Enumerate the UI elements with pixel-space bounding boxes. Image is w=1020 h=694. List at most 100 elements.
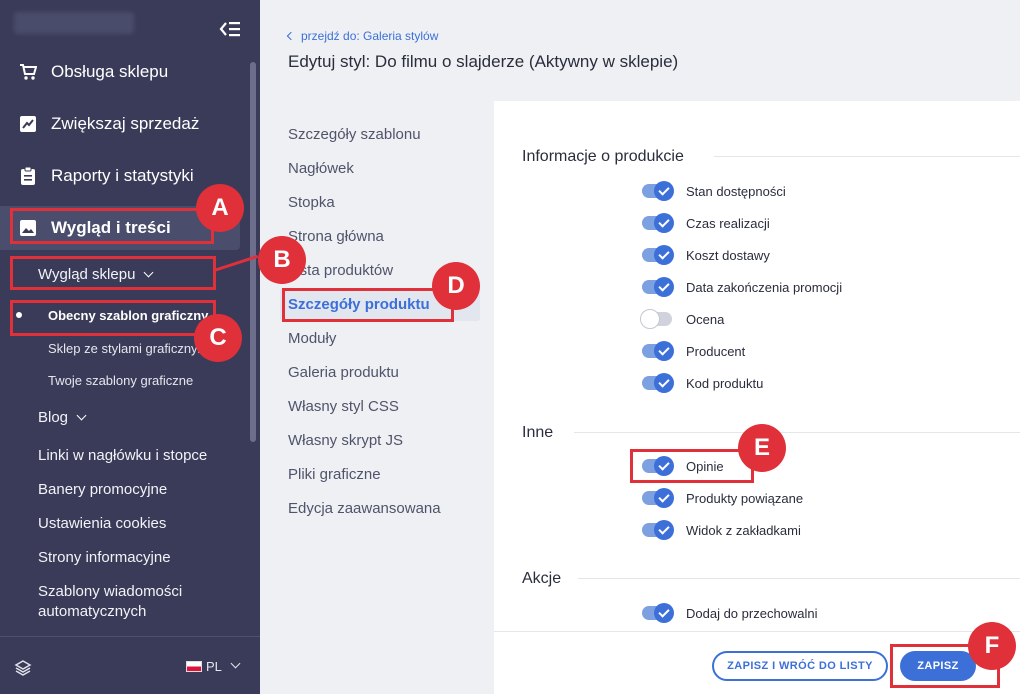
tab-advanced-edit[interactable]: Edycja zaawansowana (288, 500, 441, 517)
option-label: Stan dostępności (686, 183, 786, 199)
toggle-switch[interactable] (642, 213, 674, 233)
highlight-c (10, 300, 216, 336)
sidebar-item-your-templates[interactable]: Twoje szablony graficzne (48, 373, 193, 388)
back-to-gallery-link[interactable]: przejdź do: Galeria stylów (286, 29, 439, 43)
toggle-switch[interactable] (642, 277, 674, 297)
sidebar-item-blog[interactable]: Blog (38, 409, 87, 426)
menu-item-shop-service[interactable]: Obsługa sklepu (0, 50, 240, 94)
check-icon (654, 488, 674, 508)
sidebar-footer: PL (0, 636, 260, 694)
page-title: Edytuj styl: Do filmu o slajderze (Aktyw… (288, 52, 679, 71)
section-divider (714, 156, 1020, 157)
highlight-d (282, 288, 454, 322)
settings-panel: Informacje o produkcie Stan dostępności … (494, 101, 1020, 694)
section-divider (578, 578, 1020, 579)
option-lead-time[interactable]: Czas realizacji (642, 213, 770, 233)
section-divider (574, 432, 1020, 433)
chevron-down-icon (230, 658, 241, 669)
highlight-e (630, 449, 754, 483)
collapse-sidebar-icon[interactable] (219, 20, 241, 38)
marker-f: F (968, 622, 1016, 670)
menu-item-label: Obsługa sklepu (51, 62, 169, 81)
sidebar-item-message-templates[interactable]: Szablony wiadomości (38, 583, 182, 600)
option-producer[interactable]: Producent (642, 341, 745, 361)
option-product-code[interactable]: Kod produktu (642, 373, 763, 393)
toggle-switch[interactable] (642, 488, 674, 508)
option-label: Koszt dostawy (686, 247, 770, 263)
check-icon (654, 520, 674, 540)
save-and-return-button[interactable]: ZAPISZ I WRÓĆ DO LISTY (712, 651, 888, 681)
tab-custom-css[interactable]: Własny styl CSS (288, 398, 399, 415)
toggle-switch[interactable] (640, 309, 672, 329)
toggle-switch[interactable] (642, 245, 674, 265)
sidebar-item-banners[interactable]: Banery promocyjne (38, 481, 167, 498)
marker-c: C (194, 314, 242, 362)
option-add-to-storage[interactable]: Dodaj do przechowalni (642, 603, 818, 623)
tab-header[interactable]: Nagłówek (288, 160, 354, 177)
sidebar-scrollbar[interactable] (250, 62, 256, 442)
check-icon (654, 245, 674, 265)
menu-item-label: Zwiększaj sprzedaż (51, 114, 200, 133)
language-selector[interactable]: PL (186, 658, 241, 674)
shop-logo (14, 12, 134, 34)
check-icon (654, 213, 674, 233)
option-label: Czas realizacji (686, 215, 770, 231)
option-label: Widok z zakładkami (686, 522, 801, 538)
menu-item-label: Raporty i statystyki (51, 166, 194, 185)
marker-a: A (196, 184, 244, 232)
sidebar-item-cookies[interactable]: Ustawienia cookies (38, 515, 166, 532)
option-related-products[interactable]: Produkty powiązane (642, 488, 803, 508)
check-icon (654, 277, 674, 297)
poland-flag-icon (186, 661, 202, 672)
layers-icon[interactable] (14, 659, 32, 677)
sidebar-item-message-templates-line2[interactable]: automatycznych (38, 603, 146, 620)
chevron-down-icon (76, 410, 87, 421)
toggle-switch[interactable] (642, 520, 674, 540)
section-title-actions: Akcje (522, 570, 562, 587)
option-tabs-view[interactable]: Widok z zakładkami (642, 520, 801, 540)
menu-item-increase-sales[interactable]: Zwiększaj sprzedaż (0, 102, 240, 146)
highlight-b (10, 256, 216, 290)
highlight-a (10, 208, 214, 244)
tab-product-gallery[interactable]: Galeria produktu (288, 364, 399, 381)
option-availability[interactable]: Stan dostępności (642, 181, 786, 201)
chevron-left-icon (286, 31, 296, 41)
option-label: Ocena (686, 311, 725, 327)
check-icon (654, 181, 674, 201)
check-icon (654, 603, 674, 623)
sidebar-item-info-pages[interactable]: Strony informacyjne (38, 549, 171, 566)
back-link-label: przejdź do: Galeria stylów (301, 29, 439, 43)
tab-template-details[interactable]: Szczegóły szablonu (288, 126, 421, 143)
sidebar-item-style-shop[interactable]: Sklep ze stylami graficznymi (48, 341, 211, 356)
check-icon (654, 373, 674, 393)
toggle-knob (640, 309, 660, 329)
marker-e: E (738, 424, 786, 472)
toggle-switch[interactable] (642, 373, 674, 393)
tab-footer[interactable]: Stopka (288, 194, 335, 211)
section-title-other: Inne (522, 424, 554, 441)
option-label: Kod produktu (686, 375, 764, 391)
tab-home-page[interactable]: Strona główna (288, 228, 384, 245)
option-promo-end-date[interactable]: Data zakończenia promocji (642, 277, 842, 297)
check-icon (654, 341, 674, 361)
sidebar-item-links[interactable]: Linki w nagłówku i stopce (38, 447, 207, 464)
section-title-product-info: Informacje o produkcie (522, 148, 684, 165)
tab-modules[interactable]: Moduły (288, 330, 336, 347)
chart-icon (18, 114, 38, 134)
cart-icon (18, 62, 38, 82)
marker-b: B (258, 236, 306, 284)
sidebar-item-label: Blog (38, 409, 69, 426)
tab-graphic-files[interactable]: Pliki graficzne (288, 466, 381, 483)
option-label: Dodaj do przechowalni (686, 605, 818, 621)
toggle-switch[interactable] (642, 181, 674, 201)
tab-custom-js[interactable]: Własny skrypt JS (288, 432, 403, 449)
clipboard-icon (18, 166, 38, 186)
language-label: PL (206, 659, 222, 674)
toggle-switch[interactable] (642, 341, 674, 361)
marker-d: D (432, 262, 480, 310)
option-shipping-cost[interactable]: Koszt dostawy (642, 245, 770, 265)
option-rating[interactable]: Ocena (640, 309, 725, 329)
option-label: Data zakończenia promocji (686, 279, 843, 295)
toggle-switch[interactable] (642, 603, 674, 623)
option-label: Produkty powiązane (686, 490, 804, 506)
